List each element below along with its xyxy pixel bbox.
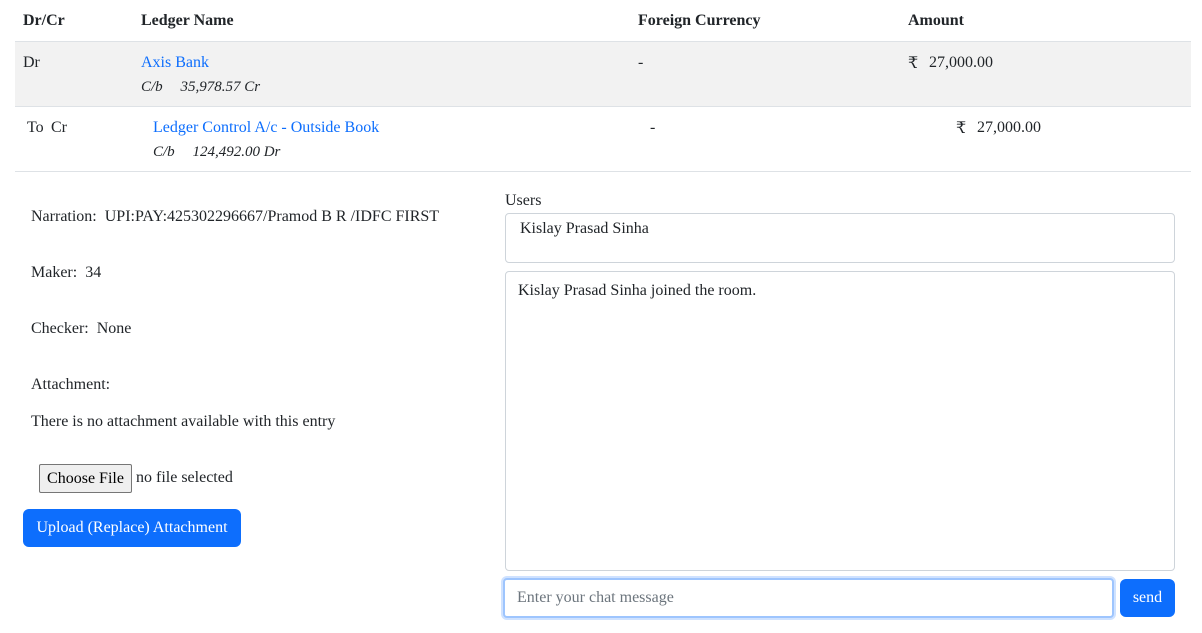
chat-messages: Kislay Prasad Sinha joined the room. xyxy=(505,271,1175,571)
maker-field: Maker: 34 xyxy=(31,264,101,282)
narration-label: Narration: xyxy=(31,208,97,225)
maker-label: Maker: xyxy=(31,264,78,281)
header-drcr: Dr/Cr xyxy=(23,12,65,29)
row-foreign-currency: - xyxy=(650,119,656,136)
row-drcr: Dr xyxy=(23,54,40,71)
closing-balance: C/b 124,492.00 Dr xyxy=(153,144,280,161)
send-button[interactable]: send xyxy=(1120,579,1175,617)
header-amount: Amount xyxy=(908,12,965,29)
maker-value: 34 xyxy=(85,264,102,281)
row-amount: 27,000.00 xyxy=(929,54,993,71)
attachment-status: There is no attachment available with th… xyxy=(31,413,336,430)
table-row: To Cr Ledger Control A/c - Outside Book … xyxy=(15,107,1191,172)
header-ledger-name: Ledger Name xyxy=(141,12,234,29)
rupee-icon: ₹ xyxy=(908,55,919,72)
checker-field: Checker: None xyxy=(31,320,131,338)
chat-message-input[interactable] xyxy=(503,578,1114,618)
row-to-prefix: To xyxy=(27,119,44,136)
narration-field: Narration: UPI:PAY:425302296667/Pramod B … xyxy=(31,208,439,226)
narration-value: UPI:PAY:425302296667/Pramod B R /IDFC FI… xyxy=(104,208,440,225)
cb-label: C/b xyxy=(153,144,175,160)
checker-label: Checker: xyxy=(31,320,89,337)
row-foreign-currency: - xyxy=(638,54,644,71)
attachment-label: Attachment: xyxy=(31,376,111,393)
chat-message: Kislay Prasad Sinha joined the room. xyxy=(518,282,757,299)
cb-label: C/b xyxy=(141,79,163,95)
ledger-link-axis-bank[interactable]: Axis Bank xyxy=(141,54,209,72)
cb-value: 124,492.00 Dr xyxy=(192,144,281,160)
cb-value: 35,978.57 Cr xyxy=(180,79,261,95)
header-foreign-currency: Foreign Currency xyxy=(638,12,761,29)
ledger-link-control-account[interactable]: Ledger Control A/c - Outside Book xyxy=(153,119,379,137)
table-row: Dr Axis Bank C/b 35,978.57 Cr - ₹ 27,000… xyxy=(15,42,1191,107)
row-amount: 27,000.00 xyxy=(977,119,1041,136)
users-list: Kislay Prasad Sinha xyxy=(505,213,1175,263)
user-item: Kislay Prasad Sinha xyxy=(520,220,649,237)
file-status: no file selected xyxy=(136,469,233,486)
closing-balance: C/b 35,978.57 Cr xyxy=(141,79,260,96)
choose-file-button[interactable]: Choose File xyxy=(39,464,132,493)
row-drcr: Cr xyxy=(51,119,67,136)
checker-value: None xyxy=(96,320,132,337)
rupee-icon: ₹ xyxy=(956,120,967,137)
table-header: Dr/Cr Ledger Name Foreign Currency Amoun… xyxy=(15,0,1191,42)
upload-attachment-button[interactable]: Upload (Replace) Attachment xyxy=(23,509,241,547)
users-label: Users xyxy=(505,192,542,209)
ledger-table: Dr/Cr Ledger Name Foreign Currency Amoun… xyxy=(15,0,1191,172)
